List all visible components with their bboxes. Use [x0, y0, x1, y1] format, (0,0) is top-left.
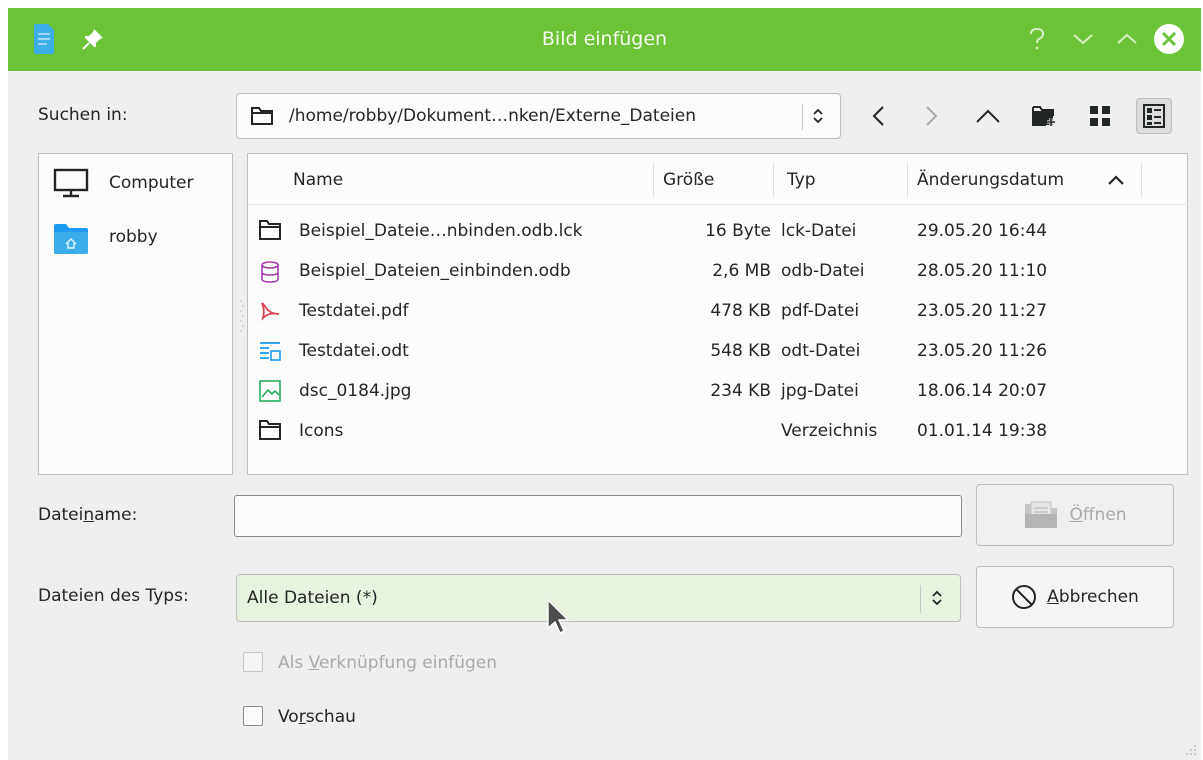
link-checkbox-label: Als Verknüpfung einfügen [278, 653, 498, 673]
file-name: Beispiel_Dateien_einbinden.odb [299, 261, 571, 281]
column-header-name[interactable]: Name [293, 155, 343, 205]
column-separator [773, 163, 774, 197]
splitter-handle[interactable] [240, 298, 244, 334]
database-icon [261, 261, 279, 283]
filetype-label: Dateien des Typs: [38, 586, 189, 606]
file-size: 16 Byte [705, 221, 771, 241]
file-date: 23.05.20 11:27 [917, 301, 1048, 321]
column-separator [653, 163, 654, 197]
close-icon[interactable] [1152, 22, 1186, 56]
folder-icon [259, 420, 281, 440]
open-button-label: Öffnen [1069, 505, 1127, 525]
table-row[interactable]: dsc_0184.jpg 234 KB jpg-Datei 18.06.14 2… [249, 371, 1188, 411]
parent-folder-button[interactable] [970, 98, 1006, 134]
image-icon [259, 380, 281, 402]
filetype-value: Alle Dateien (*) [247, 588, 378, 608]
column-header-date[interactable]: Änderungsdatum [917, 155, 1103, 205]
places-panel: Computer robby [38, 153, 233, 475]
column-header-type[interactable]: Typ [787, 155, 816, 205]
file-type: Verzeichnis [781, 421, 878, 441]
table-row[interactable]: Testdatei.odt 548 KB odt-Datei 23.05.20 … [249, 331, 1188, 371]
combo-separator [920, 585, 921, 613]
home-folder-icon [54, 224, 88, 254]
sort-ascending-icon [1108, 175, 1124, 185]
place-home[interactable]: robby [47, 216, 227, 258]
detail-view-button[interactable] [1136, 98, 1172, 134]
forward-icon [926, 106, 938, 126]
table-row[interactable]: Testdatei.pdf 478 KB pdf-Datei 23.05.20 … [249, 291, 1188, 331]
file-size [663, 411, 771, 451]
resize-grip-icon[interactable] [1183, 742, 1197, 756]
back-icon [872, 106, 884, 126]
file-date: 29.05.20 16:44 [917, 221, 1048, 241]
computer-icon [53, 168, 89, 198]
file-type: odb-Datei [781, 261, 865, 281]
file-name: Beispiel_Dateie…nbinden.odb.lck [299, 221, 583, 241]
updown-arrows-icon [932, 590, 942, 606]
file-type: jpg-Datei [781, 381, 859, 401]
file-name: Testdatei.pdf [299, 301, 409, 321]
place-label: robby [109, 227, 158, 247]
file-size: 478 KB [710, 301, 771, 321]
folder-icon [251, 107, 273, 125]
combo-separator [802, 104, 803, 130]
table-row[interactable]: Beispiel_Dateien_einbinden.odb 2,6 MB od… [249, 251, 1188, 291]
path-text: /home/robby/Dokument…nken/Externe_Dateie… [289, 106, 696, 126]
file-dialog: Bild einfügen Suchen in: /home/robby/Dok… [8, 8, 1201, 760]
file-size: 548 KB [710, 341, 771, 361]
open-button[interactable]: Öffnen [976, 484, 1174, 546]
look-in-label: Suchen in: [38, 105, 128, 125]
file-size: 2,6 MB [712, 261, 771, 281]
filetype-combo[interactable]: Alle Dateien (*) [236, 574, 961, 622]
icon-view-button[interactable] [1082, 98, 1118, 134]
file-size: 234 KB [710, 381, 771, 401]
file-list-header: Name Größe Typ Änderungsdatum [249, 155, 1188, 205]
file-list: Name Größe Typ Änderungsdatum Beispiel_D… [247, 153, 1188, 475]
preview-checkbox[interactable] [243, 706, 263, 726]
icon-view-icon [1090, 106, 1110, 126]
table-row[interactable]: Icons Verzeichnis 01.01.14 19:38 [249, 411, 1188, 451]
help-icon[interactable] [1020, 22, 1054, 56]
file-date: 18.06.14 20:07 [917, 381, 1048, 401]
cancel-button[interactable]: Abbrechen [976, 566, 1174, 628]
cancel-button-label: Abbrechen [1047, 587, 1139, 607]
column-separator [1141, 163, 1142, 197]
table-row[interactable]: Beispiel_Dateie…nbinden.odb.lck 16 Byte … [249, 211, 1188, 251]
maximize-icon[interactable] [1110, 22, 1144, 56]
place-label: Computer [109, 173, 194, 193]
minimize-icon[interactable] [1066, 22, 1100, 56]
filename-input[interactable] [234, 495, 962, 537]
mouse-cursor-icon [547, 598, 570, 634]
new-folder-button[interactable] [1026, 98, 1062, 134]
file-date: 28.05.20 11:10 [917, 261, 1048, 281]
file-name: dsc_0184.jpg [299, 381, 412, 401]
cancel-icon [1012, 585, 1037, 609]
path-combo[interactable]: /home/robby/Dokument…nken/Externe_Dateie… [236, 93, 841, 139]
file-date: 01.01.14 19:38 [917, 421, 1048, 441]
file-type: lck-Datei [781, 221, 857, 241]
preview-checkbox-label: Vorschau [278, 707, 356, 727]
filename-label: Dateiname: [38, 505, 138, 525]
column-separator [907, 163, 908, 197]
file-type: odt-Datei [781, 341, 861, 361]
link-checkbox[interactable] [243, 652, 263, 672]
updown-arrows-icon [813, 108, 823, 124]
open-folder-icon [1025, 501, 1058, 528]
pdf-icon [261, 302, 280, 321]
file-name: Icons [299, 421, 344, 441]
text-document-icon [260, 342, 281, 361]
file-icon [259, 220, 281, 240]
place-computer[interactable]: Computer [47, 162, 227, 204]
back-button[interactable] [860, 98, 896, 134]
forward-button[interactable] [914, 98, 950, 134]
column-header-size[interactable]: Größe [663, 155, 714, 205]
file-type: pdf-Datei [781, 301, 860, 321]
file-date: 23.05.20 11:26 [917, 341, 1048, 361]
new-folder-icon [1032, 106, 1055, 126]
detail-view-icon [1143, 104, 1165, 128]
parent-folder-icon [976, 109, 1000, 123]
title-bar: Bild einfügen [8, 8, 1201, 71]
file-name: Testdatei.odt [299, 341, 409, 361]
